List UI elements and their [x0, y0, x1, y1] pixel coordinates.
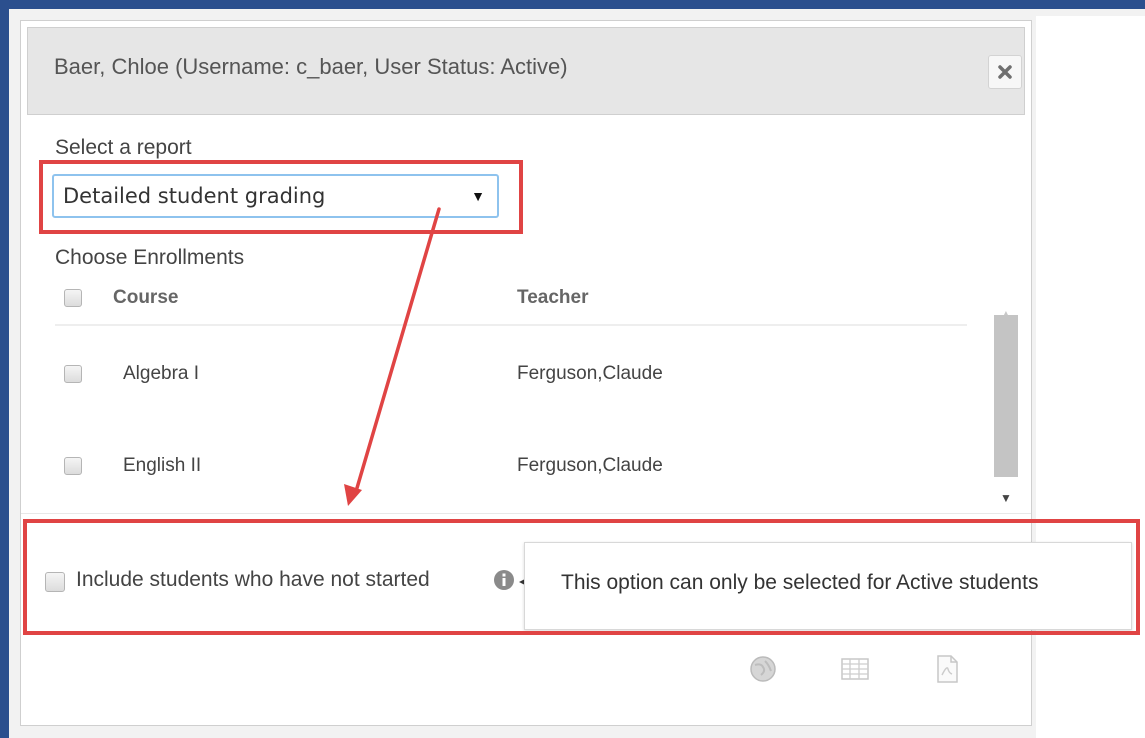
- course-cell: Algebra I: [123, 363, 200, 384]
- course-cell: English II: [123, 455, 202, 476]
- window-frame-left: [0, 0, 9, 738]
- table-grid-icon[interactable]: [839, 653, 871, 685]
- column-header-course: Course: [113, 287, 179, 308]
- dialog-title: Baer, Chloe (Username: c_baer, User Stat…: [54, 54, 568, 79]
- close-button[interactable]: [988, 55, 1022, 89]
- globe-icon[interactable]: [747, 653, 779, 685]
- table-header: Course Teacher: [55, 279, 967, 326]
- select-report-label: Select a report: [55, 136, 192, 159]
- table-scrollbar[interactable]: ▲ ▼: [991, 279, 1021, 509]
- select-all-checkbox[interactable]: [64, 289, 82, 307]
- choose-enrollments-label: Choose Enrollments: [55, 246, 245, 269]
- scroll-thumb[interactable]: [994, 315, 1018, 477]
- row-checkbox[interactable]: [64, 365, 82, 383]
- highlight-box-report-select: [39, 160, 523, 234]
- close-icon: [998, 65, 1012, 79]
- enrollments-table: Course Teacher Algebra I Ferguson,Claude…: [55, 279, 1018, 509]
- dialog-header: Baer, Chloe (Username: c_baer, User Stat…: [27, 27, 1025, 115]
- table-row: English II Ferguson,Claude: [55, 447, 967, 487]
- teacher-cell: Ferguson,Claude: [517, 455, 663, 476]
- divider: [21, 513, 1031, 514]
- pdf-document-icon[interactable]: [931, 653, 963, 685]
- teacher-cell: Ferguson,Claude: [517, 363, 663, 384]
- scroll-down-icon[interactable]: ▼: [991, 491, 1021, 505]
- row-checkbox[interactable]: [64, 457, 82, 475]
- window-frame-top: [0, 0, 1145, 9]
- table-row: Algebra I Ferguson,Claude: [55, 355, 967, 395]
- highlight-box-include-option: [23, 519, 1140, 635]
- column-header-teacher: Teacher: [517, 287, 589, 308]
